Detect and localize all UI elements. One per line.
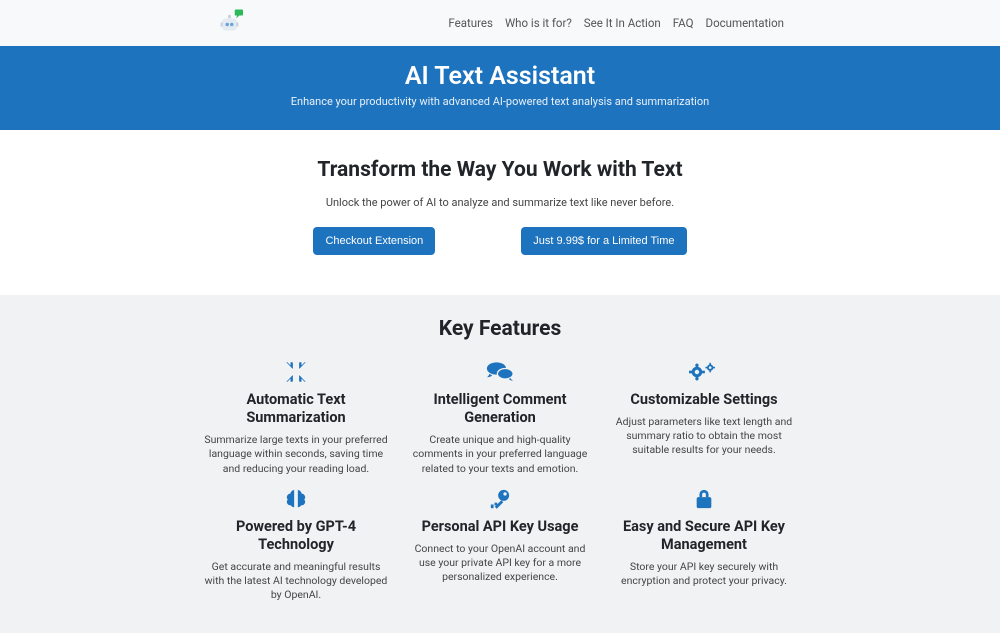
features-title: Key Features [0,317,1000,341]
feature-title: Personal API Key Usage [408,518,592,536]
comments-icon [408,359,592,385]
hero: AI Text Assistant Enhance your productiv… [0,46,1000,130]
nav-who[interactable]: Who is it for? [505,16,572,30]
feature-comments: Intelligent Comment Generation Create un… [404,359,596,476]
feature-grid: Automatic Text Summarization Summarize l… [200,359,800,603]
compress-icon [204,359,388,385]
brain-icon [204,486,388,512]
feature-desc: Connect to your OpenAI account and use y… [408,542,592,585]
feature-secure: Easy and Secure API Key Management Store… [608,486,800,603]
lock-icon [612,486,796,512]
intro-section: Transform the Way You Work with Text Unl… [0,130,1000,295]
nav-links: Features Who is it for? See It In Action… [448,16,784,30]
hero-title: AI Text Assistant [0,62,1000,91]
nav-faq[interactable]: FAQ [673,16,694,30]
button-row: Checkout Extension Just 9.99$ for a Limi… [0,227,1000,255]
intro-title: Transform the Way You Work with Text [0,158,1000,182]
feature-title: Intelligent Comment Generation [408,391,592,427]
gears-icon [612,359,796,385]
feature-desc: Create unique and high-quality comments … [408,433,592,476]
feature-title: Automatic Text Summarization [204,391,388,427]
nav-see[interactable]: See It In Action [584,16,661,30]
nav-features[interactable]: Features [448,16,493,30]
feature-summarization: Automatic Text Summarization Summarize l… [200,359,392,476]
feature-title: Easy and Secure API Key Management [612,518,796,554]
feature-title: Customizable Settings [612,391,796,409]
feature-desc: Adjust parameters like text length and s… [612,415,796,458]
feature-desc: Summarize large texts in your preferred … [204,433,388,476]
feature-desc: Get accurate and meaningful results with… [204,560,388,603]
intro-subtitle: Unlock the power of AI to analyze and su… [0,196,1000,209]
feature-api-key: Personal API Key Usage Connect to your O… [404,486,596,603]
feature-gpt4: Powered by GPT-4 Technology Get accurate… [200,486,392,603]
feature-settings: Customizable Settings Adjust parameters … [608,359,800,476]
checkout-extension-button[interactable]: Checkout Extension [313,227,435,255]
pricing-button[interactable]: Just 9.99$ for a Limited Time [521,227,686,255]
feature-desc: Store your API key securely with encrypt… [612,560,796,588]
feature-title: Powered by GPT-4 Technology [204,518,388,554]
hero-subtitle: Enhance your productivity with advanced … [0,95,1000,108]
features-section: Key Features Automatic Text Summarizatio… [0,295,1000,633]
topbar: Features Who is it for? See It In Action… [0,0,1000,46]
nav-docs[interactable]: Documentation [706,16,784,30]
logo[interactable] [216,8,246,38]
key-icon [408,486,592,512]
